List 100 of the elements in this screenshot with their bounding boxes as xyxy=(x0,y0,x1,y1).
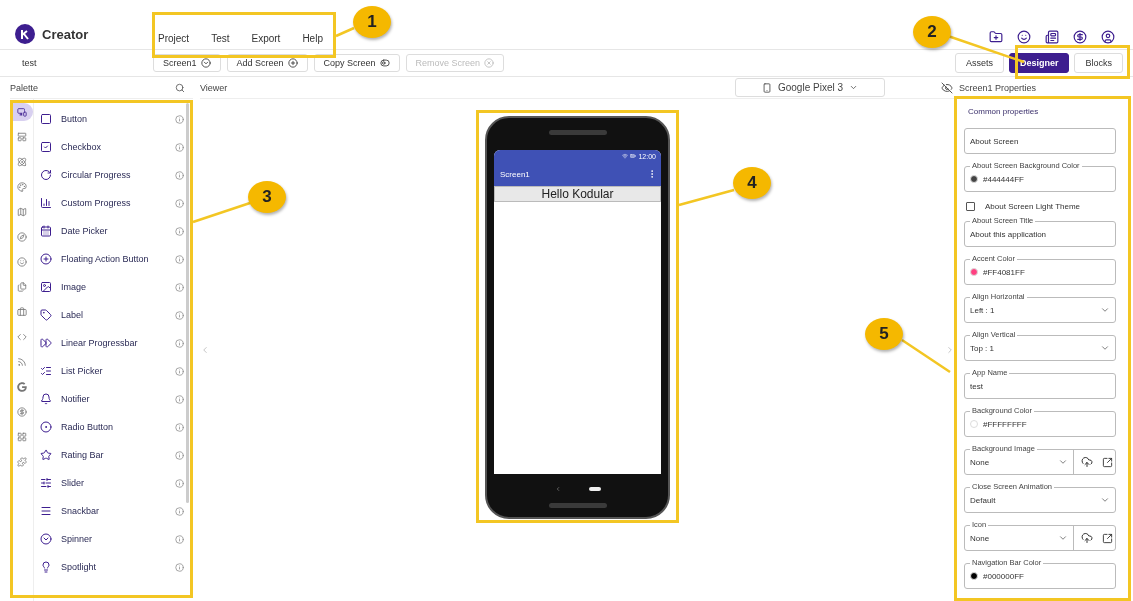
bell-icon xyxy=(40,393,52,405)
chevron-right-icon[interactable] xyxy=(945,345,955,355)
palette-item[interactable]: Circular Progress xyxy=(40,161,184,189)
eye-off-icon[interactable] xyxy=(941,81,953,94)
palette-item[interactable]: List Picker xyxy=(40,357,184,385)
star-icon xyxy=(40,449,52,461)
info-icon xyxy=(175,478,184,488)
leader-line xyxy=(192,201,251,224)
view-tab[interactable]: Designer xyxy=(1008,53,1070,73)
image-icon xyxy=(40,281,52,293)
devices-icon xyxy=(16,107,27,117)
atom-icon xyxy=(16,157,27,167)
leader-line xyxy=(678,188,735,207)
palette-item[interactable]: Image xyxy=(40,273,184,301)
dollar-icon[interactable] xyxy=(1073,30,1087,44)
folder-plus-icon[interactable] xyxy=(989,30,1003,44)
palette-item[interactable]: Linear Progressbar xyxy=(40,329,184,357)
palette-item[interactable]: Snackbar xyxy=(40,497,184,525)
screen-title: Screen1 xyxy=(500,169,530,179)
list-icon xyxy=(40,365,52,377)
palette-item[interactable]: Slider xyxy=(40,469,184,497)
info-icon xyxy=(175,254,184,264)
fast-forward-icon xyxy=(40,337,52,349)
chevron-down-icon xyxy=(1100,343,1110,353)
lines-icon xyxy=(40,505,52,517)
info-icon xyxy=(175,170,184,180)
wifi-icon xyxy=(622,153,629,159)
checkbox-label: About Screen Light Theme xyxy=(985,202,1081,211)
menu-item[interactable]: Export xyxy=(251,33,281,44)
account-icon[interactable] xyxy=(1101,30,1115,44)
speaker-icon xyxy=(549,503,607,508)
checkbox[interactable] xyxy=(966,202,975,211)
smiley-icon[interactable] xyxy=(1017,30,1031,44)
close-circle-icon xyxy=(484,58,495,68)
toggle-icon xyxy=(379,58,390,68)
text-area[interactable]: About Screen xyxy=(964,128,1116,154)
info-icon xyxy=(175,282,184,292)
smiley-icon xyxy=(16,257,27,267)
palette-item[interactable]: Button xyxy=(40,105,184,133)
palette-item[interactable]: Spotlight xyxy=(40,553,184,581)
bars-icon xyxy=(40,197,52,209)
callout-number: 3 xyxy=(248,181,286,213)
layout-icon xyxy=(16,132,27,142)
speaker-icon xyxy=(549,130,607,135)
palette-item[interactable]: Rating Bar xyxy=(40,441,184,469)
compass-icon xyxy=(16,232,27,242)
battery-icon xyxy=(630,153,637,159)
panel-title: Palette xyxy=(10,82,40,93)
info-icon xyxy=(175,338,184,348)
section-title: Common properties xyxy=(967,106,1040,116)
menu-item[interactable]: Test xyxy=(211,33,230,44)
panel-title: Viewer xyxy=(200,82,228,93)
files-icon xyxy=(16,282,27,292)
info-icon xyxy=(175,422,184,432)
project-name: test xyxy=(22,58,38,68)
palette-item[interactable]: Label xyxy=(40,301,184,329)
callout-number: 1 xyxy=(353,6,391,38)
palette-item[interactable]: Notifier xyxy=(40,385,184,413)
scrollbar[interactable] xyxy=(186,103,189,503)
info-icon xyxy=(175,366,184,376)
menu-item[interactable]: Help xyxy=(302,33,323,44)
lightbulb-icon xyxy=(40,561,52,573)
callout-number: 5 xyxy=(865,318,903,350)
external-link-icon xyxy=(1102,532,1113,544)
g-icon xyxy=(16,382,27,392)
feed-icon xyxy=(16,357,27,367)
chevron-circle-icon xyxy=(40,533,52,545)
device-dropdown[interactable]: Google Pixel 3 xyxy=(735,78,885,97)
info-icon xyxy=(175,142,184,152)
chevron-down-icon xyxy=(849,83,858,92)
external-link-icon xyxy=(1102,456,1113,468)
search-icon[interactable] xyxy=(175,82,185,93)
back-icon xyxy=(554,486,561,492)
palette-item[interactable]: Date Picker xyxy=(40,217,184,245)
cloud-upload-icon xyxy=(1081,456,1093,468)
palette-item[interactable]: Spinner xyxy=(40,525,184,553)
leader-line xyxy=(335,26,355,38)
menu-item[interactable]: Project xyxy=(158,33,190,44)
document-icon[interactable] xyxy=(1045,30,1059,44)
chevron-left-icon[interactable] xyxy=(200,345,210,355)
info-icon xyxy=(175,114,184,124)
palette-icon xyxy=(16,182,27,192)
callout-number: 2 xyxy=(913,16,951,48)
info-icon xyxy=(175,506,184,516)
panel-title: Screen1 Properties xyxy=(959,82,1037,93)
calendar-icon xyxy=(40,225,52,237)
screen-button[interactable]: Copy Screen xyxy=(313,54,400,72)
palette-item[interactable]: Checkbox xyxy=(40,133,184,161)
hello-label: Hello Kodular xyxy=(494,186,661,202)
view-tab[interactable]: Blocks xyxy=(1074,53,1123,73)
cloud-upload-icon xyxy=(1081,532,1093,544)
palette-item[interactable]: Custom Progress xyxy=(40,189,184,217)
palette-item[interactable]: Radio Button xyxy=(40,413,184,441)
rotate-icon xyxy=(40,169,52,181)
palette-item[interactable]: Floating Action Button xyxy=(40,245,184,273)
map-icon xyxy=(16,207,27,217)
logo-icon xyxy=(15,24,35,44)
info-icon xyxy=(175,310,184,320)
radio-icon xyxy=(40,421,52,433)
view-tab[interactable]: Assets xyxy=(954,53,1004,73)
